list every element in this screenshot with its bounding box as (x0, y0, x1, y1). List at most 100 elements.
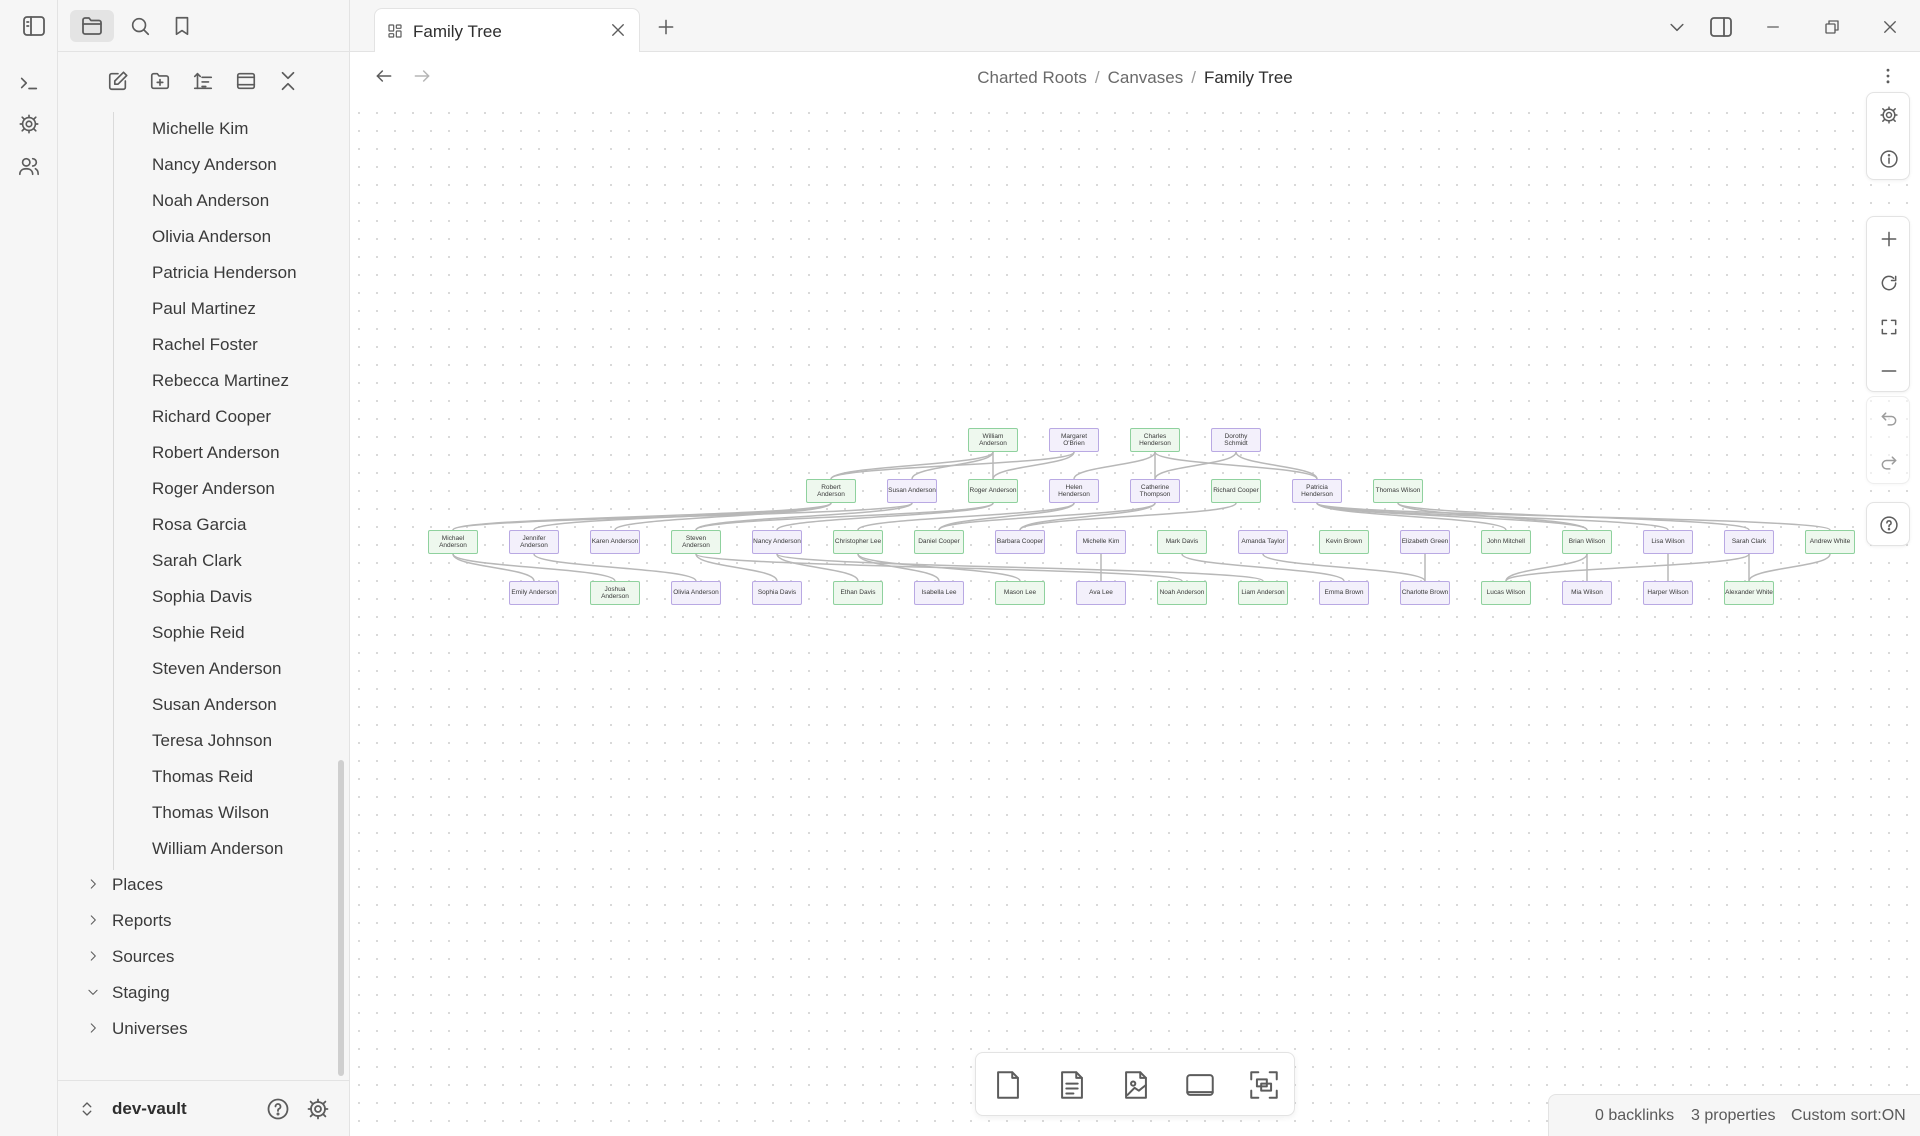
person-node[interactable]: Robert Anderson (806, 479, 856, 503)
person-node[interactable]: William Anderson (968, 428, 1018, 452)
person-node[interactable]: Lucas Wilson (1481, 581, 1531, 605)
file-item[interactable]: Rosa Garcia (152, 510, 246, 540)
person-node[interactable]: Emily Anderson (509, 581, 559, 605)
person-node[interactable]: Alexander White (1724, 581, 1774, 605)
vault-name[interactable]: dev-vault (112, 1099, 187, 1119)
info-icon[interactable] (1867, 137, 1911, 181)
breadcrumb-root[interactable]: Charted Roots (977, 68, 1087, 87)
add-card-icon[interactable] (988, 1065, 1028, 1105)
file-item[interactable]: Michelle Kim (152, 114, 248, 144)
person-node[interactable]: Charlotte Brown (1400, 581, 1450, 605)
file-item[interactable]: Rachel Foster (152, 330, 258, 360)
person-node[interactable]: Harper Wilson (1643, 581, 1693, 605)
person-node[interactable]: Roger Anderson (968, 479, 1018, 503)
window-minimize-icon[interactable] (1756, 10, 1790, 44)
settings-gear-icon[interactable] (12, 107, 46, 141)
file-item[interactable]: Steven Anderson (152, 654, 281, 684)
person-node[interactable]: Ava Lee (1076, 581, 1126, 605)
window-close-icon[interactable] (1873, 10, 1907, 44)
auto-reveal-icon[interactable] (229, 64, 263, 98)
vault-switcher-icon[interactable] (78, 1099, 96, 1124)
tab-list-chevron-down-icon[interactable] (1660, 10, 1694, 44)
command-palette-icon[interactable] (12, 66, 46, 100)
person-node[interactable]: Andrew White (1805, 530, 1855, 554)
folder-universes[interactable]: Universes (86, 1014, 188, 1044)
person-node[interactable]: Olivia Anderson (671, 581, 721, 605)
collapse-all-icon[interactable] (271, 64, 305, 98)
add-note-icon[interactable] (1052, 1065, 1092, 1105)
person-node[interactable]: Nancy Anderson (752, 530, 802, 554)
file-item[interactable]: Robert Anderson (152, 438, 280, 468)
select-frame-icon[interactable] (1244, 1065, 1284, 1105)
more-options-icon[interactable] (1878, 66, 1898, 91)
file-item[interactable]: Nancy Anderson (152, 150, 277, 180)
custom-sort-status[interactable]: Custom sort:ON (1791, 1107, 1906, 1125)
file-item[interactable]: Rebecca Martinez (152, 366, 289, 396)
file-item[interactable]: Sophia Davis (152, 582, 252, 612)
person-node[interactable]: Liam Anderson (1238, 581, 1288, 605)
add-media-icon[interactable] (1116, 1065, 1156, 1105)
person-node[interactable]: Patricia Henderson (1292, 479, 1342, 503)
right-sidebar-toggle-icon[interactable] (1704, 10, 1738, 44)
file-item[interactable]: Teresa Johnson (152, 726, 272, 756)
person-node[interactable]: Sophia Davis (752, 581, 802, 605)
sidebar-scrollbar[interactable] (338, 760, 344, 1076)
canvas-help-icon[interactable] (1867, 503, 1911, 547)
person-node[interactable]: Daniel Cooper (914, 530, 964, 554)
person-node[interactable]: John Mitchell (1481, 530, 1531, 554)
file-item[interactable]: Richard Cooper (152, 402, 271, 432)
person-node[interactable]: Brian Wilson (1562, 530, 1612, 554)
person-node[interactable]: Amanda Taylor (1238, 530, 1288, 554)
person-node[interactable]: Noah Anderson (1157, 581, 1207, 605)
folder-sources[interactable]: Sources (86, 942, 174, 972)
new-tab-plus-icon[interactable] (649, 10, 683, 44)
breadcrumb-current[interactable]: Family Tree (1204, 68, 1293, 87)
file-item[interactable]: Thomas Wilson (152, 798, 269, 828)
file-item[interactable]: Olivia Anderson (152, 222, 271, 252)
person-node[interactable]: Mia Wilson (1562, 581, 1612, 605)
person-node[interactable]: Kevin Brown (1319, 530, 1369, 554)
person-node[interactable]: Emma Brown (1319, 581, 1369, 605)
file-item[interactable]: Susan Anderson (152, 690, 277, 720)
canvas-settings-gear-icon[interactable] (1867, 93, 1911, 137)
files-tab-folder-icon[interactable] (70, 10, 114, 42)
backlinks-count[interactable]: 0 backlinks (1595, 1107, 1674, 1125)
file-item[interactable]: William Anderson (152, 834, 283, 864)
person-node[interactable]: Jennifer Anderson (509, 530, 559, 554)
person-node[interactable]: Mason Lee (995, 581, 1045, 605)
breadcrumb-folder[interactable]: Canvases (1108, 68, 1184, 87)
person-node[interactable]: Sarah Clark (1724, 530, 1774, 554)
add-group-icon[interactable] (1180, 1065, 1220, 1105)
person-node[interactable]: Michelle Kim (1076, 530, 1126, 554)
file-item[interactable]: Sarah Clark (152, 546, 242, 576)
zoom-to-fit-icon[interactable] (1867, 305, 1911, 349)
person-node[interactable]: Steven Anderson (671, 530, 721, 554)
person-node[interactable]: Joshua Anderson (590, 581, 640, 605)
folder-staging[interactable]: Staging (86, 978, 170, 1008)
redo-icon[interactable] (1867, 441, 1911, 485)
file-item[interactable]: Sophie Reid (152, 618, 245, 648)
folder-reports[interactable]: Reports (86, 906, 172, 936)
person-node[interactable]: Elizabeth Green (1400, 530, 1450, 554)
properties-count[interactable]: 3 properties (1691, 1107, 1776, 1125)
person-node[interactable]: Susan Anderson (887, 479, 937, 503)
window-restore-icon[interactable] (1815, 10, 1849, 44)
new-folder-icon[interactable] (143, 64, 177, 98)
person-node[interactable]: Helen Henderson (1049, 479, 1099, 503)
file-item[interactable]: Noah Anderson (152, 186, 269, 216)
undo-icon[interactable] (1867, 397, 1911, 441)
tab-family-tree[interactable]: Family Tree (374, 8, 640, 53)
bookmark-icon[interactable] (160, 10, 204, 42)
person-node[interactable]: Michael Anderson (428, 530, 478, 554)
person-node[interactable]: Richard Cooper (1211, 479, 1261, 503)
folder-places[interactable]: Places (86, 870, 163, 900)
person-node[interactable]: Barbara Cooper (995, 530, 1045, 554)
zoom-out-minus-icon[interactable] (1867, 349, 1911, 393)
person-node[interactable]: Lisa Wilson (1643, 530, 1693, 554)
person-node[interactable]: Ethan Davis (833, 581, 883, 605)
sort-order-icon[interactable] (186, 64, 220, 98)
person-node[interactable]: Catherine Thompson (1130, 479, 1180, 503)
file-item[interactable]: Paul Martinez (152, 294, 256, 324)
file-item[interactable]: Roger Anderson (152, 474, 275, 504)
file-item[interactable]: Patricia Henderson (152, 258, 297, 288)
